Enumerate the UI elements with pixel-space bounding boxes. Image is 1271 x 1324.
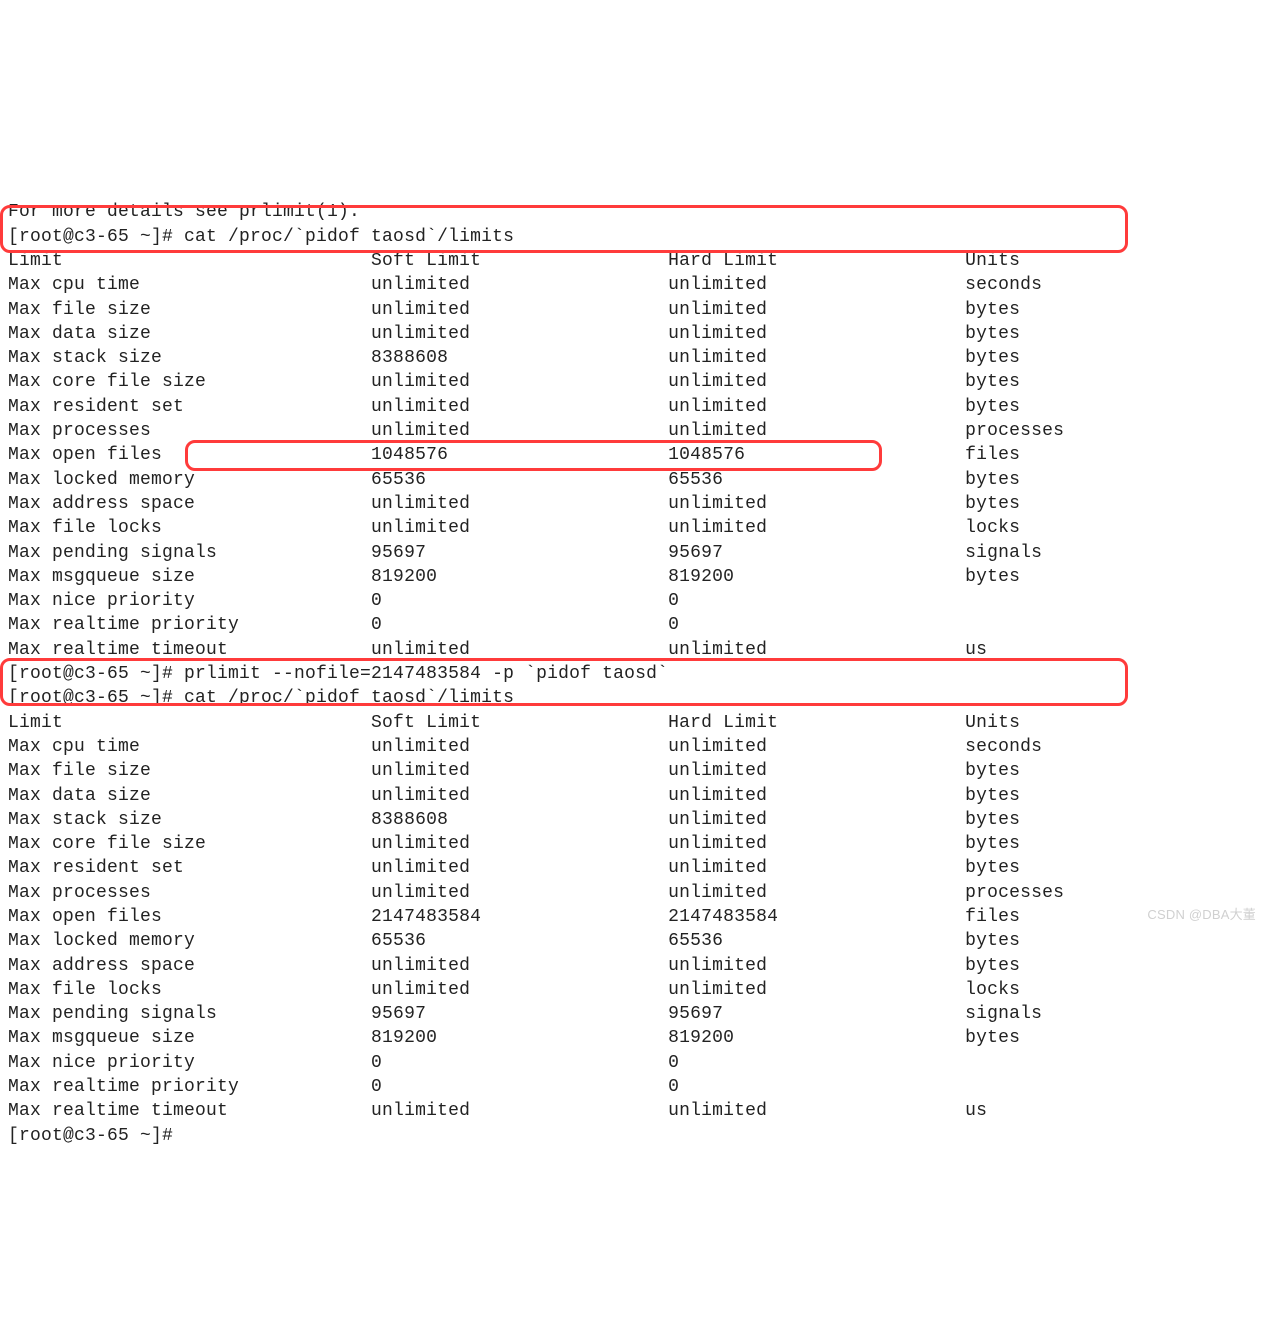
watermark: CSDN @DBA大董 <box>1147 906 1256 924</box>
terminal-output: For more details see prlimit(1). [root@c… <box>8 200 1263 1148</box>
